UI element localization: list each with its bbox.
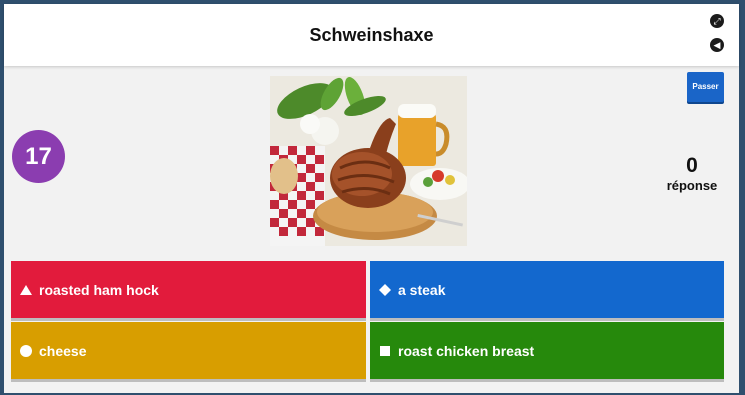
- circle-icon: [19, 344, 33, 358]
- answer-label: a steak: [398, 281, 446, 298]
- question-title: Schweinshaxe: [309, 25, 434, 45]
- diamond-icon: [378, 283, 392, 297]
- answer-option-circle[interactable]: cheese: [11, 322, 366, 379]
- answers-count-value: 0: [686, 154, 698, 177]
- square-icon: [378, 344, 392, 358]
- header-bar: Schweinshaxe ⤢ ◀: [4, 4, 739, 66]
- game-screen: Schweinshaxe ⤢ ◀ 17 Passer 0 réponse roa…: [4, 4, 739, 393]
- answers-count-label: réponse: [666, 178, 718, 193]
- answer-option-square[interactable]: roast chicken breast: [370, 322, 724, 379]
- answer-label: roast chicken breast: [398, 342, 535, 359]
- skip-button[interactable]: Passer: [687, 72, 724, 102]
- question-image: [270, 76, 467, 246]
- answer-option-diamond[interactable]: a steak: [370, 261, 724, 318]
- answer-option-triangle[interactable]: roasted ham hock: [11, 261, 366, 318]
- fullscreen-icon[interactable]: ⤢: [710, 14, 724, 28]
- sound-icon[interactable]: ◀: [710, 38, 724, 52]
- answers-counter: 0 réponse: [661, 154, 723, 193]
- answer-label: roasted ham hock: [39, 281, 159, 298]
- triangle-icon: [19, 283, 33, 297]
- answer-label: cheese: [39, 342, 87, 359]
- countdown-timer: 17: [12, 130, 65, 183]
